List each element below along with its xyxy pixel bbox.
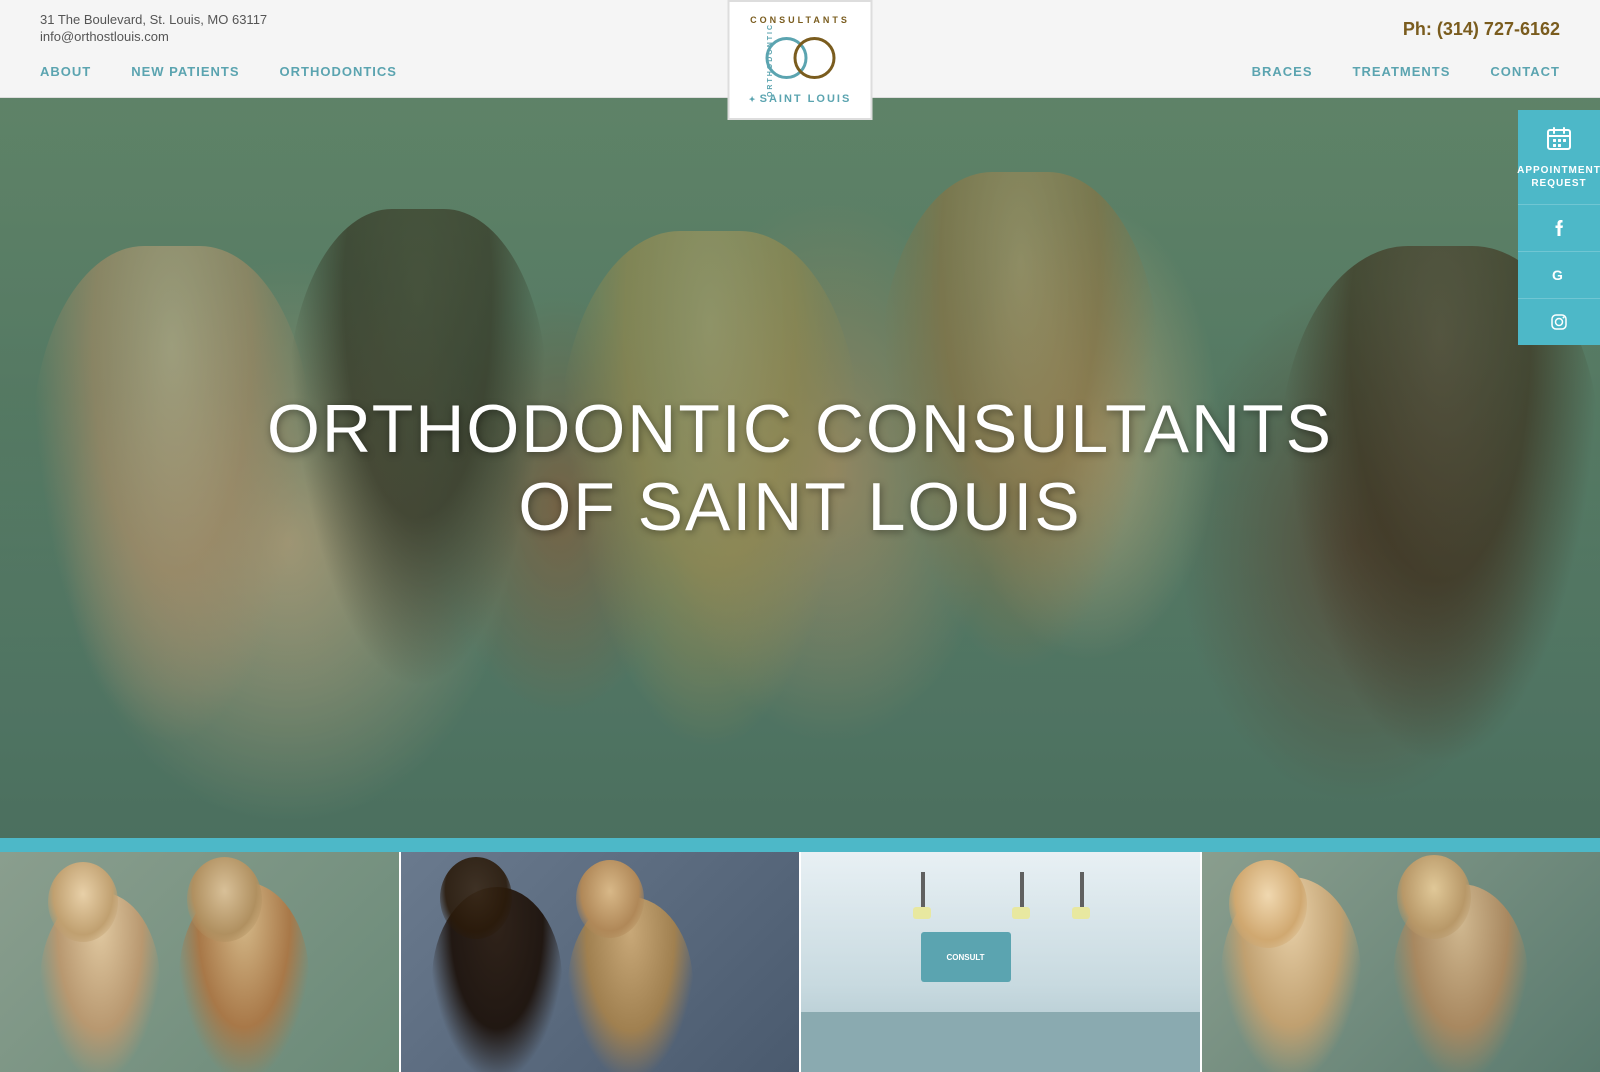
card-2 bbox=[401, 852, 802, 1072]
phone-number: Ph: (314) 727-6162 bbox=[1403, 19, 1560, 40]
appointment-label: APPOINTMENT REQUEST bbox=[1517, 164, 1600, 190]
hero-section: ORTHODONTIC CONSULTANTS OF SAINT LOUIS bbox=[0, 98, 1600, 838]
google-button[interactable]: G bbox=[1518, 252, 1600, 299]
hero-content: ORTHODONTIC CONSULTANTS OF SAINT LOUIS bbox=[0, 98, 1600, 838]
header: 31 The Boulevard, St. Louis, MO 63117 in… bbox=[0, 0, 1600, 98]
nav-new-patients[interactable]: NEW PATIENTS bbox=[131, 56, 239, 87]
logo[interactable]: ORTHODONTIC CONSULTANTS ✦ SAINT LOUIS bbox=[728, 0, 873, 120]
nav-right: BRACES TREATMENTS CONTACT bbox=[1252, 56, 1560, 87]
nav-orthodontics[interactable]: ORTHODONTICS bbox=[280, 56, 397, 87]
nav-about[interactable]: ABOUT bbox=[40, 56, 91, 87]
facebook-button[interactable] bbox=[1518, 205, 1600, 252]
nav-treatments[interactable]: TREATMENTS bbox=[1353, 56, 1451, 87]
contact-info: 31 The Boulevard, St. Louis, MO 63117 in… bbox=[40, 12, 267, 46]
card-3-bg: CONSULT bbox=[801, 852, 1200, 1072]
address: 31 The Boulevard, St. Louis, MO 63117 bbox=[40, 12, 267, 27]
nav-left: ABOUT NEW PATIENTS ORTHODONTICS bbox=[40, 56, 397, 87]
logo-circle-right bbox=[793, 37, 835, 79]
nav-contact[interactable]: CONTACT bbox=[1490, 56, 1560, 87]
logo-consultants: CONSULTANTS bbox=[750, 15, 850, 25]
svg-text:G: G bbox=[1552, 267, 1563, 283]
card-1-bg bbox=[0, 852, 399, 1072]
teal-strip bbox=[0, 838, 1600, 852]
card-4-bg bbox=[1202, 852, 1600, 1072]
card-1 bbox=[0, 852, 401, 1072]
calendar-icon bbox=[1546, 126, 1572, 158]
nav-braces[interactable]: BRACES bbox=[1252, 56, 1313, 87]
appointment-button[interactable]: APPOINTMENT REQUEST bbox=[1518, 110, 1600, 205]
instagram-button[interactable] bbox=[1518, 299, 1600, 345]
logo-saint-louis: ✦ SAINT LOUIS bbox=[749, 93, 852, 105]
cards-row: CONSULT bbox=[0, 852, 1600, 1072]
hero-title: ORTHODONTIC CONSULTANTS OF SAINT LOUIS bbox=[267, 390, 1333, 546]
side-panel: APPOINTMENT REQUEST G bbox=[1518, 110, 1600, 345]
email: info@orthostlouis.com bbox=[40, 29, 267, 44]
card-2-bg bbox=[401, 852, 800, 1072]
card-3: CONSULT bbox=[801, 852, 1202, 1072]
logo-circles bbox=[765, 29, 835, 89]
card-4 bbox=[1202, 852, 1600, 1072]
